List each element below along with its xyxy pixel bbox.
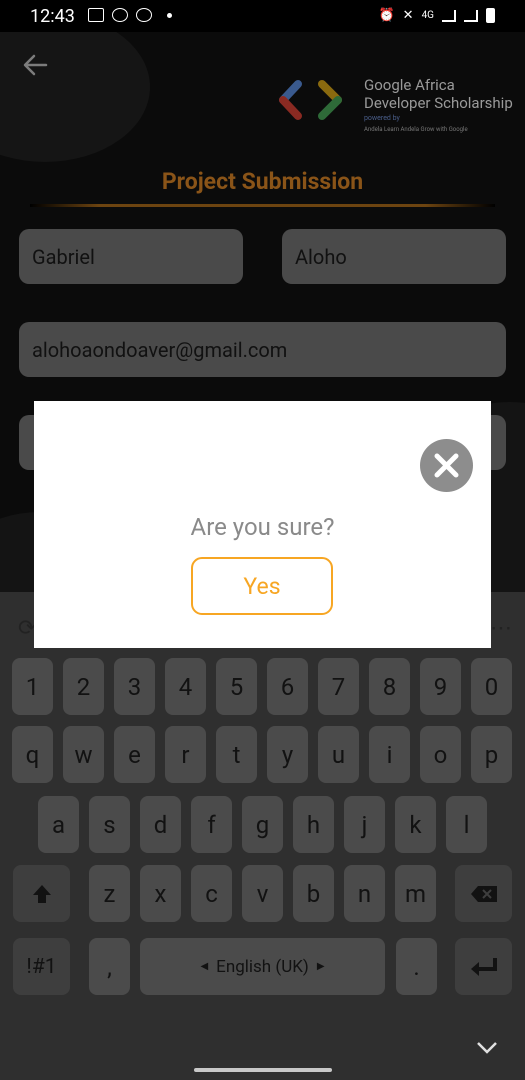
logo-partners: Andela Learn Andela Grow with Google — [364, 126, 468, 133]
letter-key-j[interactable]: j — [344, 796, 385, 853]
close-icon — [434, 453, 459, 478]
close-button[interactable] — [420, 439, 473, 492]
letter-key-g[interactable]: g — [242, 796, 283, 853]
letter-key-y[interactable]: y — [267, 726, 308, 783]
app-icon — [136, 8, 152, 22]
symbols-key[interactable]: !#1 — [13, 938, 70, 995]
hide-keyboard-icon[interactable] — [476, 1041, 498, 1055]
letter-key-q[interactable]: q — [12, 726, 53, 783]
letter-key-r[interactable]: r — [165, 726, 206, 783]
navigation-bar — [0, 1040, 525, 1080]
shift-icon — [32, 884, 51, 903]
digit-key-4[interactable]: 4 — [165, 658, 206, 715]
letter-key-w[interactable]: w — [63, 726, 104, 783]
letter-key-x[interactable]: x — [140, 865, 181, 922]
logo-line2: Developer Scholarship — [364, 94, 513, 112]
enter-icon — [470, 957, 497, 976]
letter-key-v[interactable]: v — [242, 865, 283, 922]
logo-line1: Google Africa — [364, 76, 455, 94]
confirm-dialog: Are you sure? Yes — [34, 401, 491, 648]
letter-key-k[interactable]: k — [395, 796, 436, 853]
letter-key-m[interactable]: m — [395, 865, 436, 922]
notification-icon — [112, 8, 128, 22]
signal-icon — [442, 9, 456, 22]
letter-key-s[interactable]: s — [89, 796, 130, 853]
page-title: Project Submission — [161, 168, 364, 195]
digit-key-0[interactable]: 0 — [471, 658, 512, 715]
letter-key-n[interactable]: n — [344, 865, 385, 922]
yes-button[interactable]: Yes — [191, 557, 333, 615]
letter-key-o[interactable]: o — [420, 726, 461, 783]
gads-logo: Google Africa Developer Scholarship powe… — [278, 76, 518, 156]
status-time: 12:43 — [30, 6, 75, 27]
letter-key-u[interactable]: u — [318, 726, 359, 783]
shift-key[interactable] — [13, 865, 70, 922]
space-key-label: English (UK) — [216, 956, 309, 977]
gads-logo-icon — [279, 80, 342, 120]
letter-key-h[interactable]: h — [293, 796, 334, 853]
email-field[interactable]: alohoaondoaver@gmail.com — [19, 322, 506, 377]
more-notifications-icon — [167, 13, 172, 18]
digit-key-7[interactable]: 7 — [318, 658, 359, 715]
status-bar: 12:43 ⏰ ✕ 4G — [0, 0, 525, 32]
digit-key-6[interactable]: 6 — [267, 658, 308, 715]
home-indicator[interactable] — [194, 1068, 332, 1072]
letter-key-z[interactable]: z — [89, 865, 130, 922]
language-left-icon: ◀ — [200, 961, 209, 972]
digit-key-3[interactable]: 3 — [114, 658, 155, 715]
period-key[interactable]: . — [396, 938, 437, 995]
letter-key-p[interactable]: p — [471, 726, 512, 783]
alarm-icon: ⏰ — [378, 8, 395, 23]
first-name-field[interactable]: Gabriel — [19, 229, 243, 284]
digit-key-2[interactable]: 2 — [63, 658, 104, 715]
network-type: 4G — [421, 10, 434, 21]
digit-key-1[interactable]: 1 — [12, 658, 53, 715]
letter-key-b[interactable]: b — [293, 865, 334, 922]
letter-key-l[interactable]: l — [446, 796, 487, 853]
letter-key-i[interactable]: i — [369, 726, 410, 783]
digit-key-9[interactable]: 9 — [420, 658, 461, 715]
gallery-icon — [88, 8, 104, 22]
digit-key-8[interactable]: 8 — [369, 658, 410, 715]
comma-key[interactable]: , — [89, 938, 130, 995]
backspace-icon — [470, 885, 497, 902]
last-name-field[interactable]: Aloho — [282, 229, 506, 284]
mute-icon: ✕ — [402, 8, 414, 23]
letter-key-c[interactable]: c — [191, 865, 232, 922]
letter-key-a[interactable]: a — [38, 796, 79, 853]
more-icon[interactable]: ⋯ — [490, 616, 512, 641]
letter-key-e[interactable]: e — [114, 726, 155, 783]
back-arrow-icon[interactable] — [22, 52, 48, 78]
space-key[interactable]: ◀ English (UK) ▶ — [140, 938, 385, 995]
battery-icon — [486, 8, 495, 23]
signal-icon-2 — [464, 9, 478, 22]
letter-key-d[interactable]: d — [140, 796, 181, 853]
digit-key-5[interactable]: 5 — [216, 658, 257, 715]
keyboard: ⟳ ⋯ 1234567890 qwertyuiop asdfghjkl zxcv… — [0, 592, 525, 1080]
backspace-key[interactable] — [455, 865, 512, 922]
enter-key[interactable] — [455, 938, 512, 995]
letter-key-f[interactable]: f — [191, 796, 232, 853]
letter-key-t[interactable]: t — [216, 726, 257, 783]
logo-powered-by: powered by — [364, 114, 400, 122]
language-right-icon: ▶ — [316, 961, 325, 972]
dialog-prompt: Are you sure? — [190, 513, 335, 541]
title-underline — [30, 204, 495, 207]
